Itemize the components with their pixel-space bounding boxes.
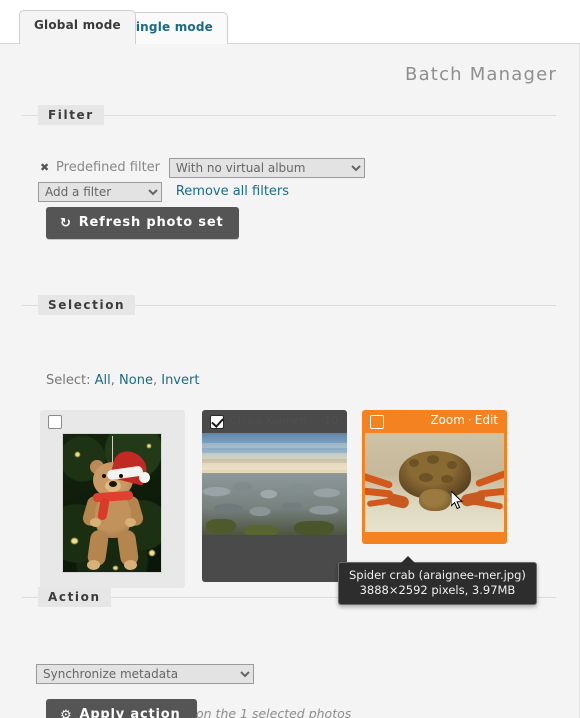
apply-action-wrap: ⚙ Apply action [46,699,197,718]
select-none-link[interactable]: None [119,373,153,388]
thumbnail-2-image[interactable] [202,433,347,535]
remove-all-filters-link[interactable]: Remove all filters [176,184,289,199]
mode-tabs: Global mode Single mode [0,0,580,44]
select-all-link[interactable]: All [95,373,111,388]
refresh-photo-set-wrap: ↻ Refresh photo set [46,207,240,239]
predefined-filter-select[interactable]: With no virtual album [168,157,365,178]
thumbnail-3-checkbox[interactable] [370,415,384,429]
action-legend: Action [38,587,111,607]
crab-front-claws [419,489,451,511]
tooltip-line-2: 3888×2592 pixels, 3.97MB [359,583,516,597]
add-filter-select[interactable]: Add a filter [38,181,162,202]
edit-link[interactable]: Edit [475,413,498,427]
thumbnail-2-header: China Xiamen ... 10 载 [202,410,347,433]
add-filter-row: Add a filter Remove all filters [22,180,289,202]
select-links-row: Select: All, None, Invert [46,373,199,388]
thumbnail-spider-crab[interactable]: Zoom · Edit [362,410,507,544]
apply-action-label: Apply action [79,707,181,718]
predefined-filter-row: ✖ Predefined filter With no virtual albu… [22,156,365,178]
tooltip-arrow [401,556,415,563]
selection-legend: Selection [38,295,136,315]
page-title: Batch Manager [405,64,557,86]
apply-action-suffix: on the 1 selected photos [196,706,352,718]
action-select[interactable]: Synchronize metadata [36,664,254,684]
select-invert-link[interactable]: Invert [161,373,199,388]
page-body: Batch Manager Filter ✖ Predefined filter… [0,44,580,718]
tab-single-mode-label: Single mode [127,20,213,34]
tooltip-line-1: Spider crab (araignee-mer.jpg) [349,568,526,582]
thumbnail-tooltip: Spider crab (araignee-mer.jpg) 3888×2592… [338,556,537,605]
thumbnail-1-header [40,410,185,433]
thumbnail-2-checkbox[interactable] [210,415,224,429]
action-separator: · [467,413,472,427]
refresh-icon: ↻ [60,216,72,231]
select-comma-1: , [110,373,115,388]
thumbnail-3-actions: Zoom · Edit [430,413,498,427]
refresh-photo-set-label: Refresh photo set [78,215,224,230]
remove-filter-icon[interactable]: ✖ [40,161,49,174]
predefined-filter-label: Predefined filter [56,160,161,175]
christmas-tree-background [63,434,161,572]
thumbnail-1-checkbox[interactable] [48,415,62,429]
select-label: Select: [46,373,91,388]
selection-section: Selection [22,295,556,315]
select-comma-2: , [152,373,158,388]
thumbnail-teddy-bear-ornament[interactable] [40,410,185,588]
thumbnail-rocky-coast[interactable]: China Xiamen ... 10 载 [202,410,347,582]
gears-icon: ⚙ [60,708,73,718]
tab-global-mode-label: Global mode [34,18,121,32]
filter-section: Filter [22,105,556,125]
batch-manager-page: Global mode Single mode Batch Manager Fi… [0,0,580,718]
thumbnail-1-image[interactable] [62,433,162,573]
filter-legend: Filter [38,105,104,125]
rocks-background [202,473,347,535]
crab-photo [365,433,504,532]
thumbnail-3-header: Zoom · Edit [362,410,507,433]
tab-global-mode[interactable]: Global mode [19,10,136,44]
thumbnail-3-image[interactable] [365,433,504,532]
thumbnail-2-title: China Xiamen ... 10 载 [230,414,343,427]
apply-action-button[interactable]: ⚙ Apply action [46,699,197,718]
refresh-photo-set-button[interactable]: ↻ Refresh photo set [46,207,240,239]
zoom-link[interactable]: Zoom [430,413,465,427]
